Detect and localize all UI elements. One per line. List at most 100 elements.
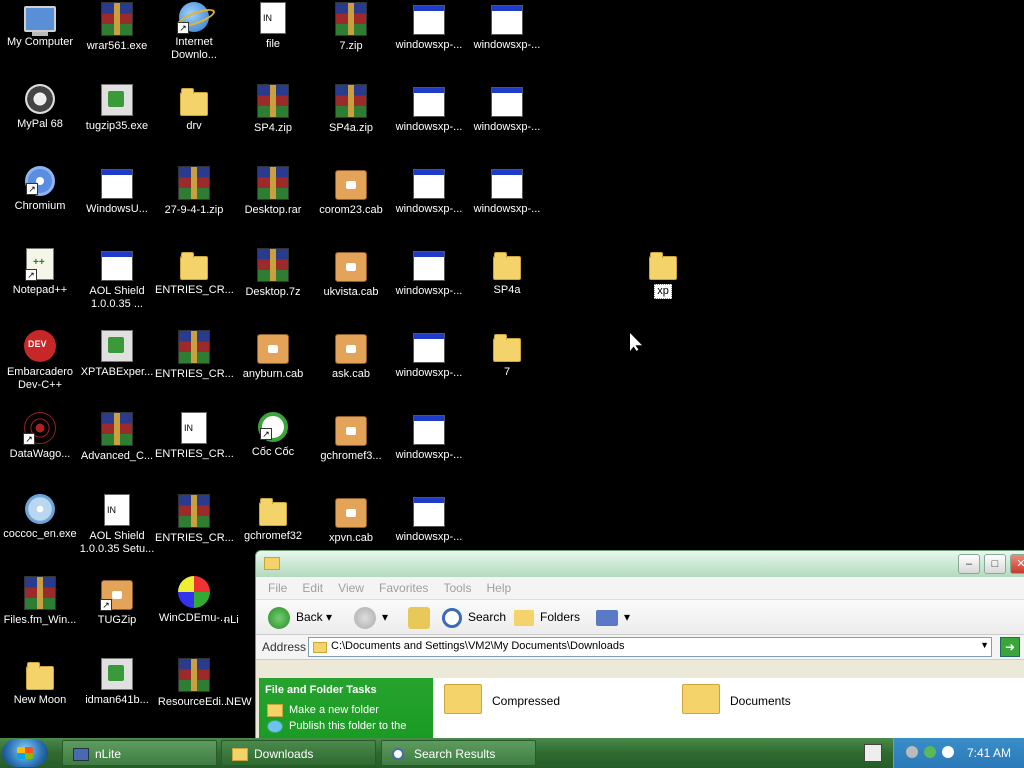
desktop-icon-label: 27-9-4-1.zip xyxy=(164,204,224,216)
address-input[interactable]: C:\Documents and Settings\VM2\My Documen… xyxy=(308,637,992,657)
menu-file[interactable]: File xyxy=(262,577,293,599)
close-button[interactable]: ✕ xyxy=(1010,554,1024,574)
desktop-icon-resource-editor[interactable]: ResourceEdi... xyxy=(155,658,233,709)
network-icon[interactable] xyxy=(906,746,918,758)
desktop-icon-windowsxp-10[interactable]: windowsxp-... xyxy=(390,494,468,544)
desktop-icon-label: Cốc Cốc xyxy=(251,446,295,458)
menu-tools[interactable]: Tools xyxy=(437,577,477,599)
folders-button[interactable]: Folders xyxy=(514,604,580,630)
desktop-icon-xp[interactable]: xp xyxy=(624,248,702,299)
views-button[interactable]: ▾ xyxy=(596,604,630,630)
make-new-folder-link[interactable]: Make a new folder xyxy=(259,702,433,718)
desktop-icon-desktop-rar[interactable]: Desktop.rar xyxy=(234,166,312,217)
desktop-icon-drv[interactable]: drv xyxy=(155,84,233,133)
menu-view[interactable]: View xyxy=(332,577,370,599)
desktop-icon-label: Embarcadero Dev-C++ xyxy=(6,366,74,391)
desktop-icon-chromium[interactable]: Chromium xyxy=(1,166,79,213)
desktop-icon-windowsu[interactable]: WindowsU... xyxy=(78,166,156,216)
desktop-icon-datawago[interactable]: DataWago... xyxy=(1,412,79,461)
desktop-icon-windowsxp-2[interactable]: windowsxp-... xyxy=(468,2,546,52)
desktop-icon-windowsxp-4[interactable]: windowsxp-... xyxy=(468,84,546,134)
desktop-icon-notepad-plus[interactable]: Notepad++ xyxy=(1,248,79,297)
desktop-icon-coc-coc[interactable]: Cốc Cốc xyxy=(234,412,312,459)
desktop-icon-7zip[interactable]: 7.zip xyxy=(312,2,390,53)
taskbar-button-downloads[interactable]: Downloads xyxy=(221,740,376,766)
go-button[interactable]: ➜ xyxy=(1000,637,1020,657)
window-titlebar[interactable]: – □ ✕ xyxy=(256,551,1024,577)
forward-button[interactable]: ▾ xyxy=(354,604,388,630)
desktop-icon-label: TUGZip xyxy=(97,614,137,626)
desktop-icon-entries-4[interactable]: ENTRIES_CR... xyxy=(155,494,234,545)
desktop-icon-27-9-4-1[interactable]: 27-9-4-1.zip xyxy=(155,166,233,217)
desktop-icon-aol-shield-setup[interactable]: AOL Shield 1.0.0.35 Setu... xyxy=(78,494,156,556)
desktop-icon-gchromef3-cab[interactable]: gchromef3... xyxy=(312,412,390,463)
minimize-button[interactable]: – xyxy=(958,554,980,574)
task-pane: File and Folder Tasks Make a new folder … xyxy=(259,678,433,741)
desktop-icon-new-moon[interactable]: New Moon xyxy=(1,658,79,707)
desktop-icon-label: idman641b... xyxy=(85,694,149,706)
desktop-icon-windowsxp-7[interactable]: windowsxp-... xyxy=(390,248,468,298)
up-folder-button[interactable] xyxy=(408,604,436,630)
desktop-icon-windowsxp-9[interactable]: windowsxp-... xyxy=(390,412,468,462)
publish-folder-link[interactable]: Publish this folder to the xyxy=(259,718,433,734)
keyboard-icon[interactable] xyxy=(864,744,882,762)
desktop-icon-coccoc-en[interactable]: coccoc_en.exe xyxy=(1,494,79,541)
clock[interactable]: 7:41 AM xyxy=(967,746,1011,760)
start-button[interactable] xyxy=(2,739,48,767)
desktop-icon-file[interactable]: file xyxy=(234,2,312,51)
menu-edit[interactable]: Edit xyxy=(296,577,329,599)
menu-help[interactable]: Help xyxy=(481,577,518,599)
desktop-icon-idman[interactable]: idman641b... xyxy=(78,658,156,707)
desktop-icon-label-rename[interactable]: xp xyxy=(654,284,672,299)
desktop-icon-wrar561[interactable]: wrar561.exe xyxy=(78,2,156,53)
desktop-icon-sp4azip[interactable]: SP4a.zip xyxy=(312,84,390,135)
desktop-icon-sp4a[interactable]: SP4a xyxy=(468,248,546,297)
desktop-icon-entries-2[interactable]: ENTRIES_CR... xyxy=(155,330,234,381)
menu-favorites[interactable]: Favorites xyxy=(373,577,434,599)
desktop-icon-tugzip-exe[interactable]: tugzip35.exe xyxy=(78,84,156,133)
desktop-icon-new[interactable]: NEW xyxy=(226,658,256,709)
desktop-icon-windowsxp-1[interactable]: windowsxp-... xyxy=(390,2,468,52)
views-grid-icon xyxy=(596,609,618,626)
desktop-icon-anyburn[interactable]: anyburn.cab xyxy=(234,330,312,381)
desktop-icon-my-computer[interactable]: My Computer xyxy=(1,2,79,49)
address-dropdown-icon[interactable]: ▼ xyxy=(980,640,989,650)
desktop-icon-windowsxp-3[interactable]: windowsxp-... xyxy=(390,84,468,134)
desktop-icon-wincdemu[interactable]: WinCDEmu-... xyxy=(155,576,233,625)
desktop-icon-dev-cpp[interactable]: Embarcadero Dev-C++ xyxy=(1,330,79,392)
desktop-icon-ukvista[interactable]: ukvista.cab xyxy=(312,248,390,299)
desktop-icon-mypal[interactable]: MyPal 68 xyxy=(1,84,79,131)
file-list[interactable]: Compressed Documents xyxy=(434,678,1024,741)
desktop-icon-windowsxp-5[interactable]: windowsxp-... xyxy=(390,166,468,216)
desktop-icon-gchromef32[interactable]: gchromef32 xyxy=(234,494,312,543)
desktop-icon-internet-download[interactable]: Internet Downlo... xyxy=(155,2,233,62)
taskbar-button-search-results[interactable]: Search Results xyxy=(381,740,536,766)
desktop-icon-sp4zip[interactable]: SP4.zip xyxy=(234,84,312,135)
desktop-icon-corom23[interactable]: corom23.cab xyxy=(312,166,390,217)
desktop-icon-files-fm[interactable]: Files.fm_Win... xyxy=(1,576,79,627)
desktop-icon-ask[interactable]: ask.cab xyxy=(312,330,390,381)
desktop-icon-advanced-c[interactable]: Advanced_C... xyxy=(78,412,156,463)
folder-icon xyxy=(180,252,208,280)
taskbar: nLite Downloads Search Results 7:41 AM xyxy=(0,738,1024,768)
desktop-icon-entries-3[interactable]: ENTRIES_CR... xyxy=(155,412,234,461)
taskbar-button-nlite[interactable]: nLite xyxy=(62,740,217,766)
explorer-window[interactable]: – □ ✕ File Edit View Favorites Tools Hel… xyxy=(255,550,1024,742)
search-button[interactable]: Search xyxy=(442,604,506,630)
desktop-icon-nlite[interactable]: nLi xyxy=(224,576,256,627)
desktop-icon-7-folder[interactable]: 7 xyxy=(468,330,546,379)
task-pane-title[interactable]: File and Folder Tasks xyxy=(259,678,433,702)
maximize-button[interactable]: □ xyxy=(984,554,1006,574)
desktop-icon-xpvn[interactable]: xpvn.cab xyxy=(312,494,390,545)
security-shield-icon[interactable] xyxy=(924,746,936,758)
desktop-icon-entries-folder[interactable]: ENTRIES_CR... xyxy=(155,248,234,297)
desktop-icon-tugzip[interactable]: TUGZip xyxy=(78,576,156,627)
desktop-icon-windowsxp-6[interactable]: windowsxp-... xyxy=(468,166,546,216)
back-button[interactable]: Back ▾ xyxy=(268,604,332,630)
desktop-icon-windowsxp-8[interactable]: windowsxp-... xyxy=(390,330,468,380)
desktop-icon-xptabexper[interactable]: XPTABExper... xyxy=(78,330,156,379)
volume-icon[interactable] xyxy=(942,746,954,758)
desktop-icon-desktop-7z[interactable]: Desktop.7z xyxy=(234,248,312,299)
desktop-icon-aol-shield[interactable]: AOL Shield 1.0.0.35 ... xyxy=(78,248,156,311)
folder-name: Compressed xyxy=(492,694,561,708)
